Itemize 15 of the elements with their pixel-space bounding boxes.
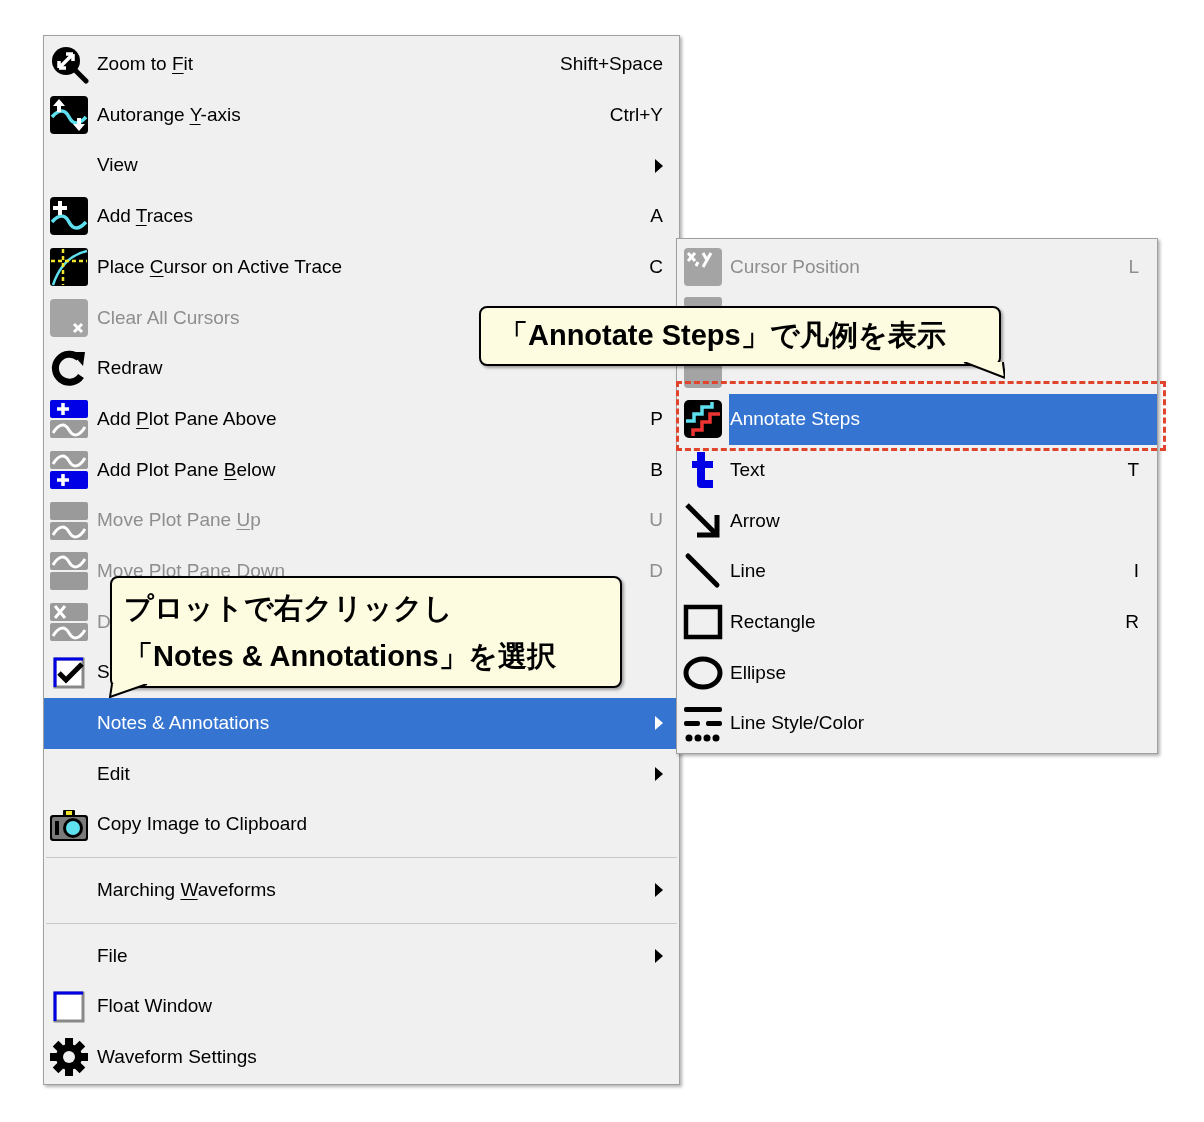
shortcut-label: I [1133, 559, 1139, 584]
callout-text: プロットで右クリックし [124, 591, 454, 626]
shortcut-label: U [649, 508, 663, 533]
shortcut-label: Shift+Space [560, 52, 663, 77]
shortcut-label: T [1127, 457, 1139, 482]
shortcut-label: C [649, 254, 663, 279]
shortcut-label: B [650, 457, 663, 482]
callout-text: 「Annotate Steps」で凡例を表示 [499, 318, 946, 354]
shortcut-label: L [1128, 255, 1139, 280]
shortcut-label: P [650, 406, 663, 431]
shortcut-label: D [649, 558, 663, 583]
shortcut-label: R [1125, 609, 1139, 634]
callout-text: 「Notes & Annotations」を選択 [124, 639, 557, 674]
shortcut-label: A [650, 204, 663, 229]
shortcut-label: Ctrl+Y [609, 102, 663, 127]
